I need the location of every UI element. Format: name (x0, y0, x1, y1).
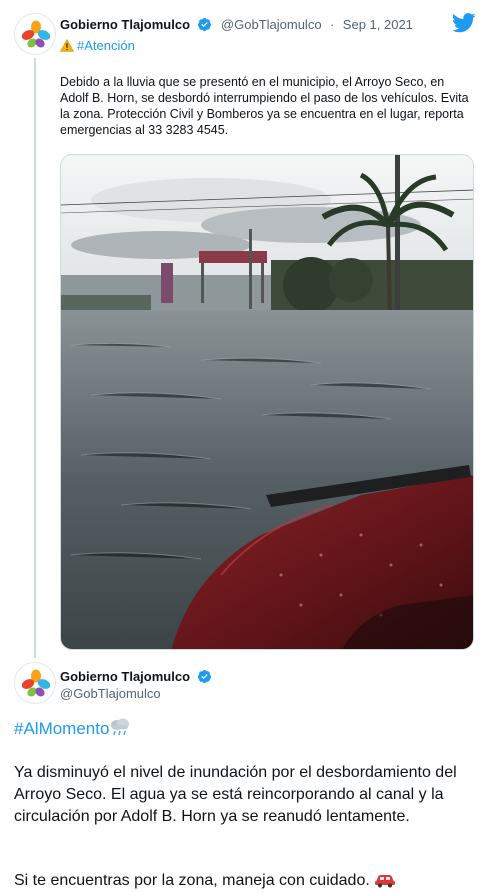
tweet2-text: Ya disminuyó el nivel de inundación por … (14, 764, 457, 825)
verified-badge-icon (198, 17, 212, 32)
tweet2-text-2-content: Si te encuentras por la zona, maneja con… (14, 872, 370, 889)
verified-badge-icon (198, 669, 212, 684)
cloud-rain-icon (111, 718, 130, 736)
tweet1-photo[interactable] (60, 154, 474, 650)
tlajomulco-logo-icon (21, 20, 51, 48)
flooded-street-image (61, 155, 473, 649)
tweet1-display-name[interactable]: Gobierno Tlajomulco (60, 17, 190, 32)
tweet1-separator: · (330, 17, 335, 32)
avatar[interactable] (14, 13, 56, 55)
tweet2-tag-line: #AlMomento (14, 717, 131, 739)
tweet1-text: Debido a la lluvia que se presentó en el… (60, 75, 469, 137)
twitter-bird-icon[interactable] (452, 13, 476, 33)
tweet2-handle[interactable]: @GobTlajomulco (60, 686, 161, 701)
tweet1-date[interactable]: Sep 1, 2021 (343, 17, 413, 32)
warning-icon (60, 39, 74, 52)
thread-connector (34, 58, 36, 658)
tweet1-handle[interactable]: @GobTlajomulco (221, 17, 322, 32)
car-icon (374, 875, 395, 888)
tweet2-header: Gobierno Tlajomulco (60, 668, 212, 686)
hashtag-atencion[interactable]: #Atención (77, 38, 135, 53)
tlajomulco-logo-icon (21, 669, 51, 697)
avatar[interactable] (14, 662, 56, 704)
tweet2-display-name[interactable]: Gobierno Tlajomulco (60, 669, 190, 684)
tweet1-header: Gobierno Tlajomulco @GobTlajomulco · Sep… (60, 16, 413, 34)
hashtag-almomento[interactable]: #AlMomento (14, 719, 109, 738)
tweet1-tag-line: #Atención (60, 38, 135, 53)
tweet2-text-2: Si te encuentras por la zona, maneja con… (14, 870, 484, 892)
